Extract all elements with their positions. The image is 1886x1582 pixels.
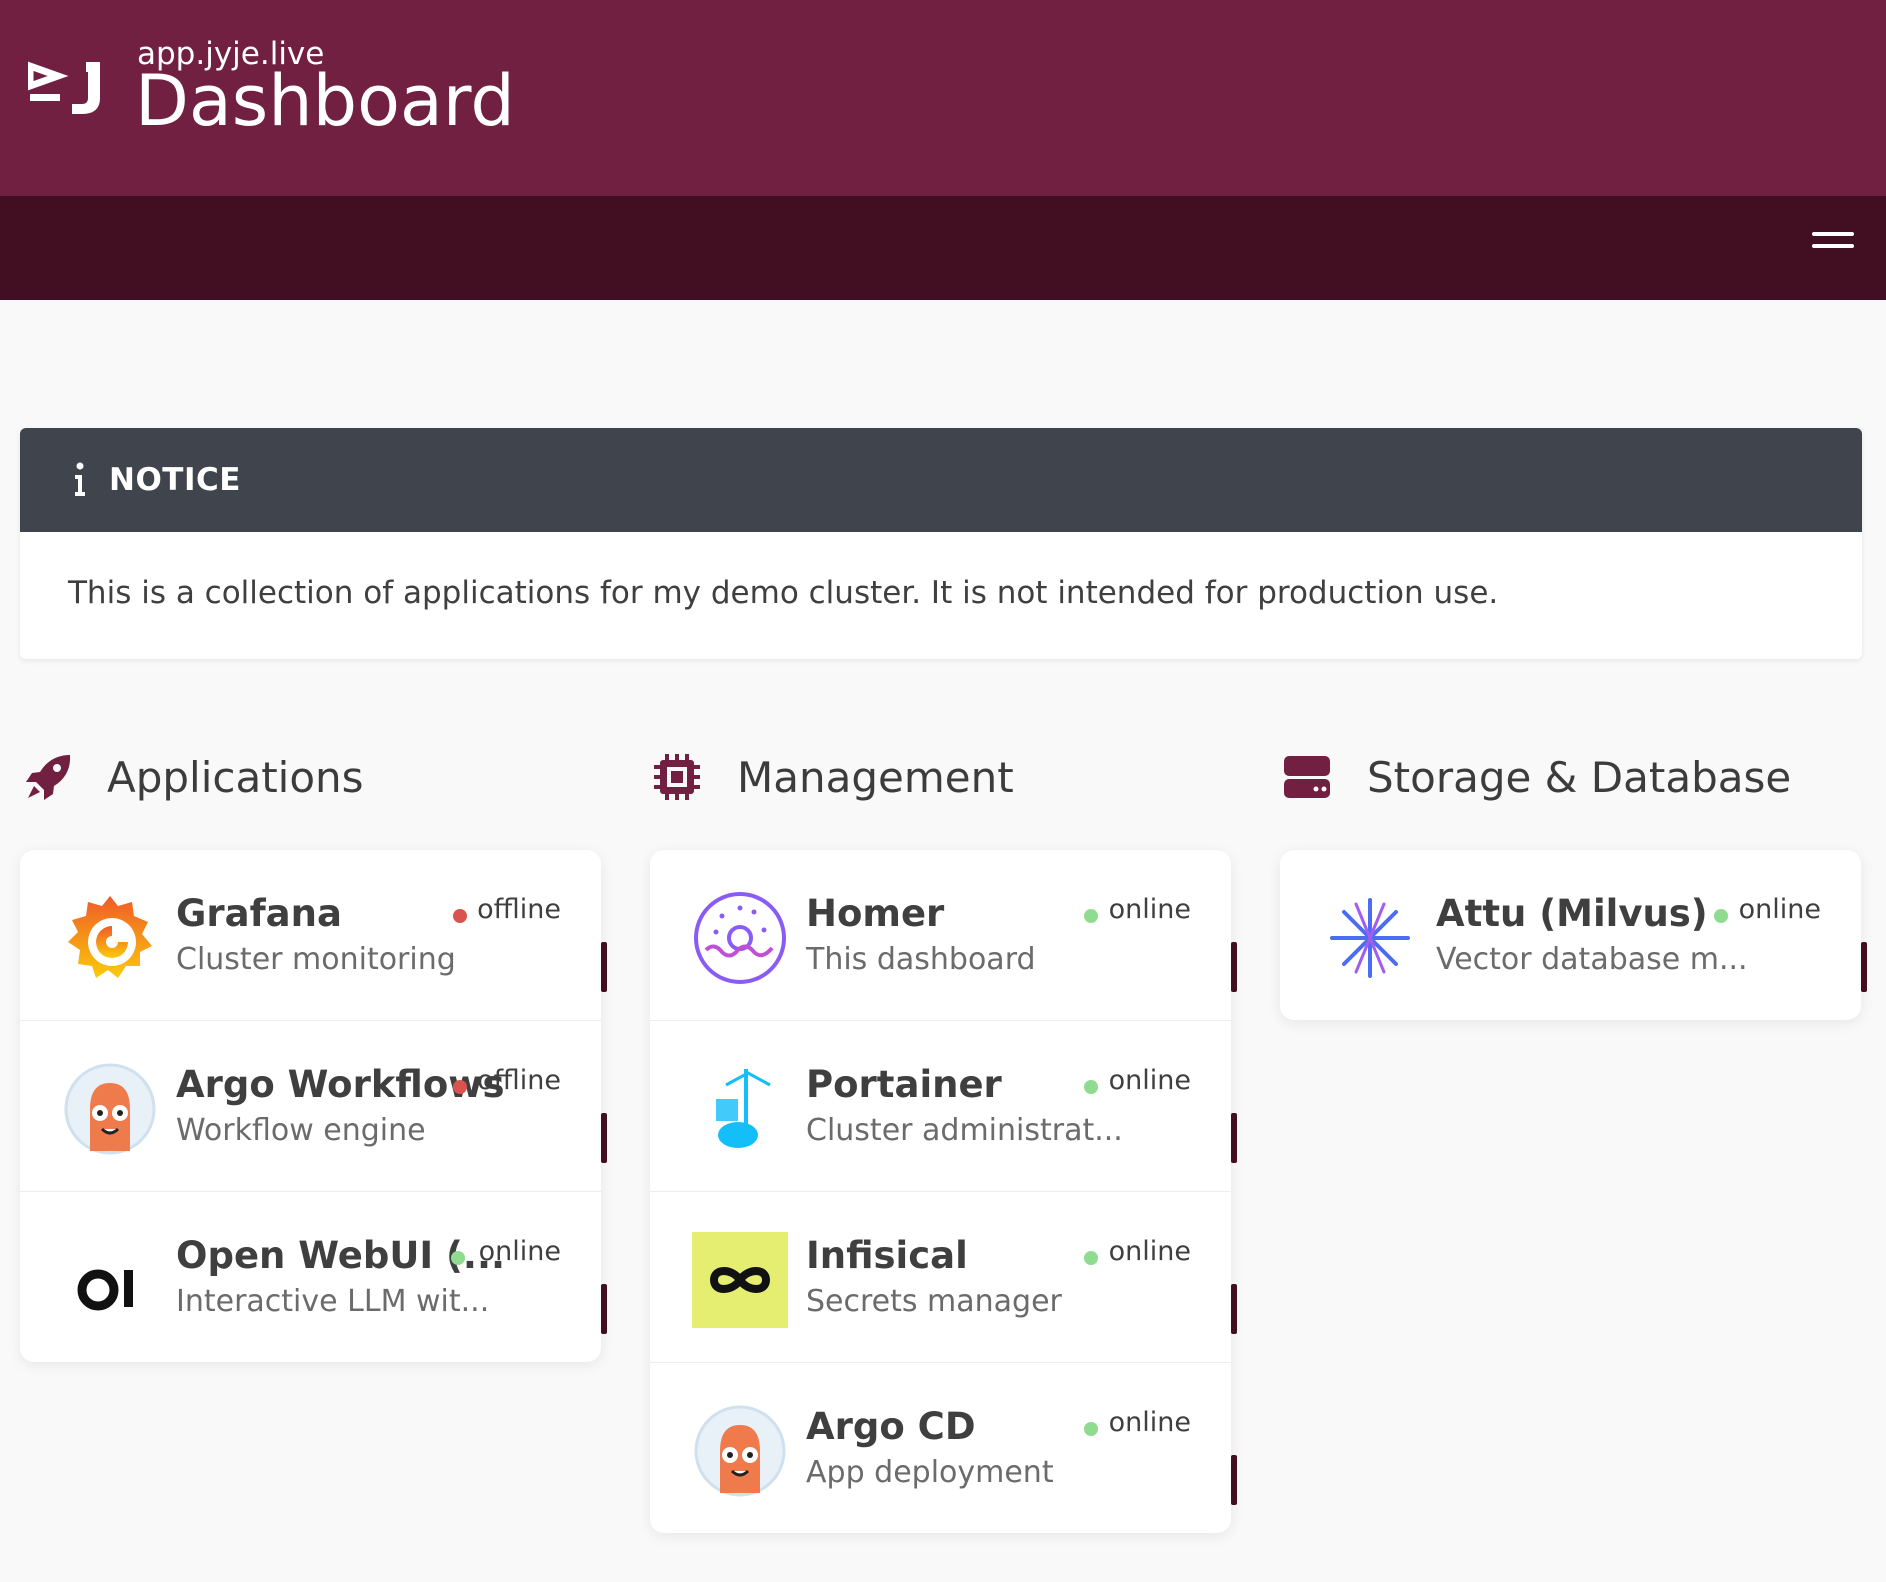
service-card-grafana[interactable]: Grafana Cluster monitoring offline bbox=[20, 850, 607, 1021]
status-label: offline bbox=[477, 894, 561, 925]
service-description: Workflow engine bbox=[176, 1113, 426, 1148]
card-accent bbox=[1231, 1284, 1237, 1334]
card-accent bbox=[601, 1284, 607, 1334]
portainer-icon bbox=[716, 1069, 771, 1148]
infisical-icon bbox=[692, 1232, 788, 1328]
info-icon bbox=[75, 462, 85, 496]
card-accent bbox=[1231, 942, 1237, 992]
service-card-open-webui[interactable]: Open WebUI (... Interactive LLM wit... o… bbox=[20, 1192, 607, 1362]
status-label: online bbox=[1108, 894, 1191, 925]
applications-list: Grafana Cluster monitoring offline Argo … bbox=[20, 850, 607, 1362]
status-dot-icon bbox=[1084, 909, 1098, 923]
notice-panel: NOTICE This is a collection of applicati… bbox=[20, 428, 1862, 659]
page-title: Dashboard bbox=[135, 60, 515, 142]
service-description: This dashboard bbox=[806, 942, 1036, 977]
openwebui-icon bbox=[77, 1269, 133, 1311]
service-description: Secrets manager bbox=[806, 1284, 1062, 1319]
card-accent bbox=[1861, 942, 1867, 992]
service-description: Vector database m... bbox=[1436, 942, 1748, 977]
service-name: Homer bbox=[806, 892, 945, 935]
status-label: online bbox=[478, 1236, 561, 1267]
status-dot-icon bbox=[453, 909, 467, 923]
homer-icon bbox=[694, 892, 786, 984]
service-description: Cluster monitoring bbox=[176, 942, 456, 977]
status-label: online bbox=[1738, 894, 1821, 925]
status-label: online bbox=[1108, 1236, 1191, 1267]
status-dot-icon bbox=[1084, 1422, 1098, 1436]
status-dot-icon bbox=[1714, 909, 1728, 923]
service-card-homer[interactable]: Homer This dashboard online bbox=[650, 850, 1237, 1021]
card-accent bbox=[601, 942, 607, 992]
server-icon bbox=[1284, 756, 1330, 798]
card-accent bbox=[601, 1113, 607, 1163]
status-label: online bbox=[1108, 1407, 1191, 1438]
chip-icon bbox=[654, 754, 700, 800]
grafana-icon bbox=[68, 896, 152, 978]
service-name: Portainer bbox=[806, 1063, 1002, 1106]
logo-icon bbox=[28, 61, 100, 114]
menu-toggle-button[interactable] bbox=[1812, 232, 1854, 252]
card-accent bbox=[1231, 1455, 1237, 1505]
status-dot-icon bbox=[453, 1080, 467, 1094]
notice-title: NOTICE bbox=[109, 462, 241, 498]
milvus-icon bbox=[1330, 898, 1410, 978]
service-card-argo-cd[interactable]: Argo CD App deployment online bbox=[650, 1363, 1237, 1533]
notice-header: NOTICE bbox=[20, 428, 1862, 532]
management-list: Homer This dashboard online Portainer Cl… bbox=[650, 850, 1237, 1533]
argocd-icon bbox=[694, 1405, 786, 1497]
rocket-icon bbox=[26, 755, 71, 800]
group-title-applications: Applications bbox=[107, 753, 364, 802]
service-description: App deployment bbox=[806, 1455, 1054, 1490]
service-name: Argo CD bbox=[806, 1405, 976, 1448]
navbar bbox=[0, 196, 1886, 300]
storage-list: Attu (Milvus) Vector database m... onlin… bbox=[1280, 850, 1867, 1020]
header-bar: app.jyje.live Dashboard bbox=[0, 0, 1886, 196]
argo-icon bbox=[64, 1063, 156, 1155]
service-description: Cluster administrat... bbox=[806, 1113, 1123, 1148]
notice-message: This is a collection of applications for… bbox=[68, 575, 1499, 611]
status-dot-icon bbox=[1084, 1251, 1098, 1265]
service-name: Infisical bbox=[806, 1234, 968, 1277]
service-name: Attu (Milvus) bbox=[1436, 892, 1708, 935]
service-card-portainer[interactable]: Portainer Cluster administrat... online bbox=[650, 1021, 1237, 1192]
service-name: Grafana bbox=[176, 892, 342, 935]
service-card-infisical[interactable]: Infisical Secrets manager online bbox=[650, 1192, 1237, 1363]
service-card-argo-workflows[interactable]: Argo Workflows Workflow engine offline bbox=[20, 1021, 607, 1192]
group-title-management: Management bbox=[737, 753, 1014, 802]
status-label: offline bbox=[477, 1065, 561, 1096]
status-dot-icon bbox=[1084, 1080, 1098, 1094]
card-accent bbox=[1231, 1113, 1237, 1163]
status-label: online bbox=[1108, 1065, 1191, 1096]
service-card-attu[interactable]: Attu (Milvus) Vector database m... onlin… bbox=[1280, 850, 1867, 1020]
service-description: Interactive LLM wit... bbox=[176, 1284, 490, 1319]
group-title-storage: Storage & Database bbox=[1367, 753, 1792, 802]
status-dot-icon bbox=[451, 1251, 465, 1265]
